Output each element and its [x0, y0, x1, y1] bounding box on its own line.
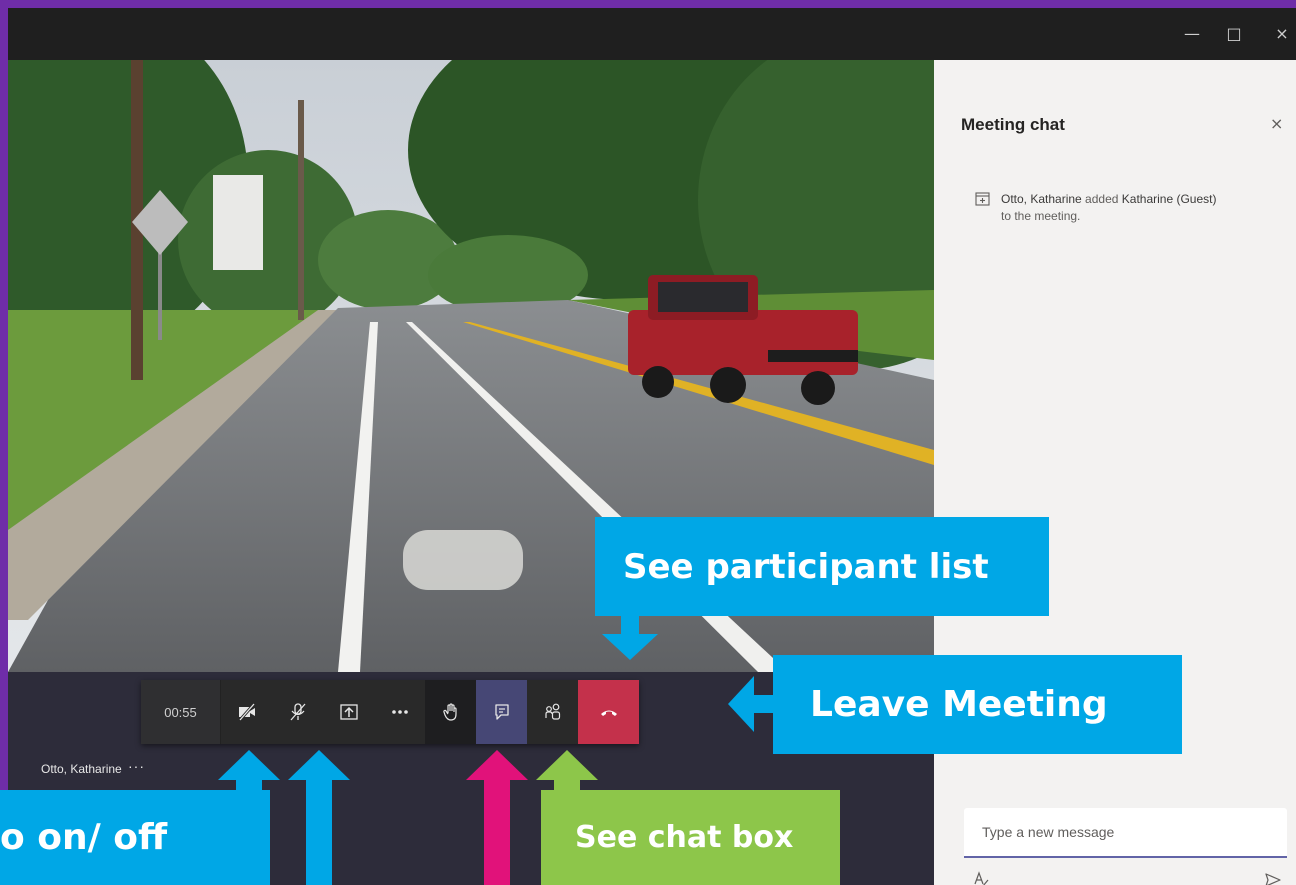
arrow-down-participants — [602, 614, 658, 660]
raise-hand-button[interactable] — [425, 680, 476, 744]
phone-hangup-icon — [600, 710, 617, 716]
message-input[interactable] — [982, 822, 1272, 842]
event-actor: Otto, Katharine — [1001, 192, 1082, 206]
chat-system-message: Otto, Katharine added Katharine (Guest) … — [1001, 191, 1291, 225]
callout-participant-list: See participant list — [595, 517, 1049, 616]
camera-off-icon — [238, 703, 255, 721]
title-bar: — □ × — [8, 8, 1296, 60]
participants-icon — [544, 703, 560, 720]
close-icon[interactable]: × — [1270, 114, 1283, 133]
chat-icon — [494, 704, 509, 720]
mic-off-button[interactable] — [272, 680, 323, 744]
minimize-icon[interactable]: — — [1180, 22, 1204, 46]
arrow-left-leave — [728, 676, 776, 732]
callout-leave-meeting: Leave Meeting — [773, 655, 1182, 754]
camera-off-button[interactable] — [221, 680, 272, 744]
more-icon — [391, 710, 408, 714]
event-verb: added — [1081, 192, 1122, 206]
calendar-add-icon — [975, 192, 990, 206]
meeting-chat-panel: Meeting chat × Otto, Katharine added Kat… — [934, 60, 1296, 885]
format-icon[interactable] — [972, 870, 990, 885]
mic-off-icon — [290, 703, 305, 721]
compose-box — [964, 808, 1287, 858]
arrow-up-raise-hand — [466, 750, 528, 885]
participant-more-icon[interactable]: ··· — [128, 758, 145, 774]
call-timer: 00:55 — [141, 680, 221, 744]
more-actions-button[interactable] — [374, 680, 425, 744]
arrow-up-camera — [218, 750, 280, 885]
hand-icon — [442, 703, 457, 721]
call-control-bar: 00:55 — [141, 680, 639, 744]
participant-name: Otto, Katharine — [41, 762, 122, 776]
chat-panel-title: Meeting chat — [961, 115, 1065, 134]
arrow-up-chat — [536, 750, 598, 792]
show-chat-button[interactable] — [476, 680, 527, 744]
share-screen-button[interactable] — [323, 680, 374, 744]
maximize-icon[interactable]: □ — [1222, 22, 1246, 46]
event-target: Katharine (Guest) — [1121, 192, 1217, 206]
show-participants-button[interactable] — [527, 680, 578, 744]
arrow-up-mic — [288, 750, 350, 885]
close-icon[interactable]: × — [1270, 22, 1294, 46]
callout-chat-box: See chat box — [541, 790, 840, 885]
share-screen-icon — [339, 704, 358, 720]
event-suffix: to the meeting. — [1001, 209, 1081, 223]
send-icon[interactable] — [1264, 872, 1282, 885]
leave-button[interactable] — [578, 680, 639, 744]
